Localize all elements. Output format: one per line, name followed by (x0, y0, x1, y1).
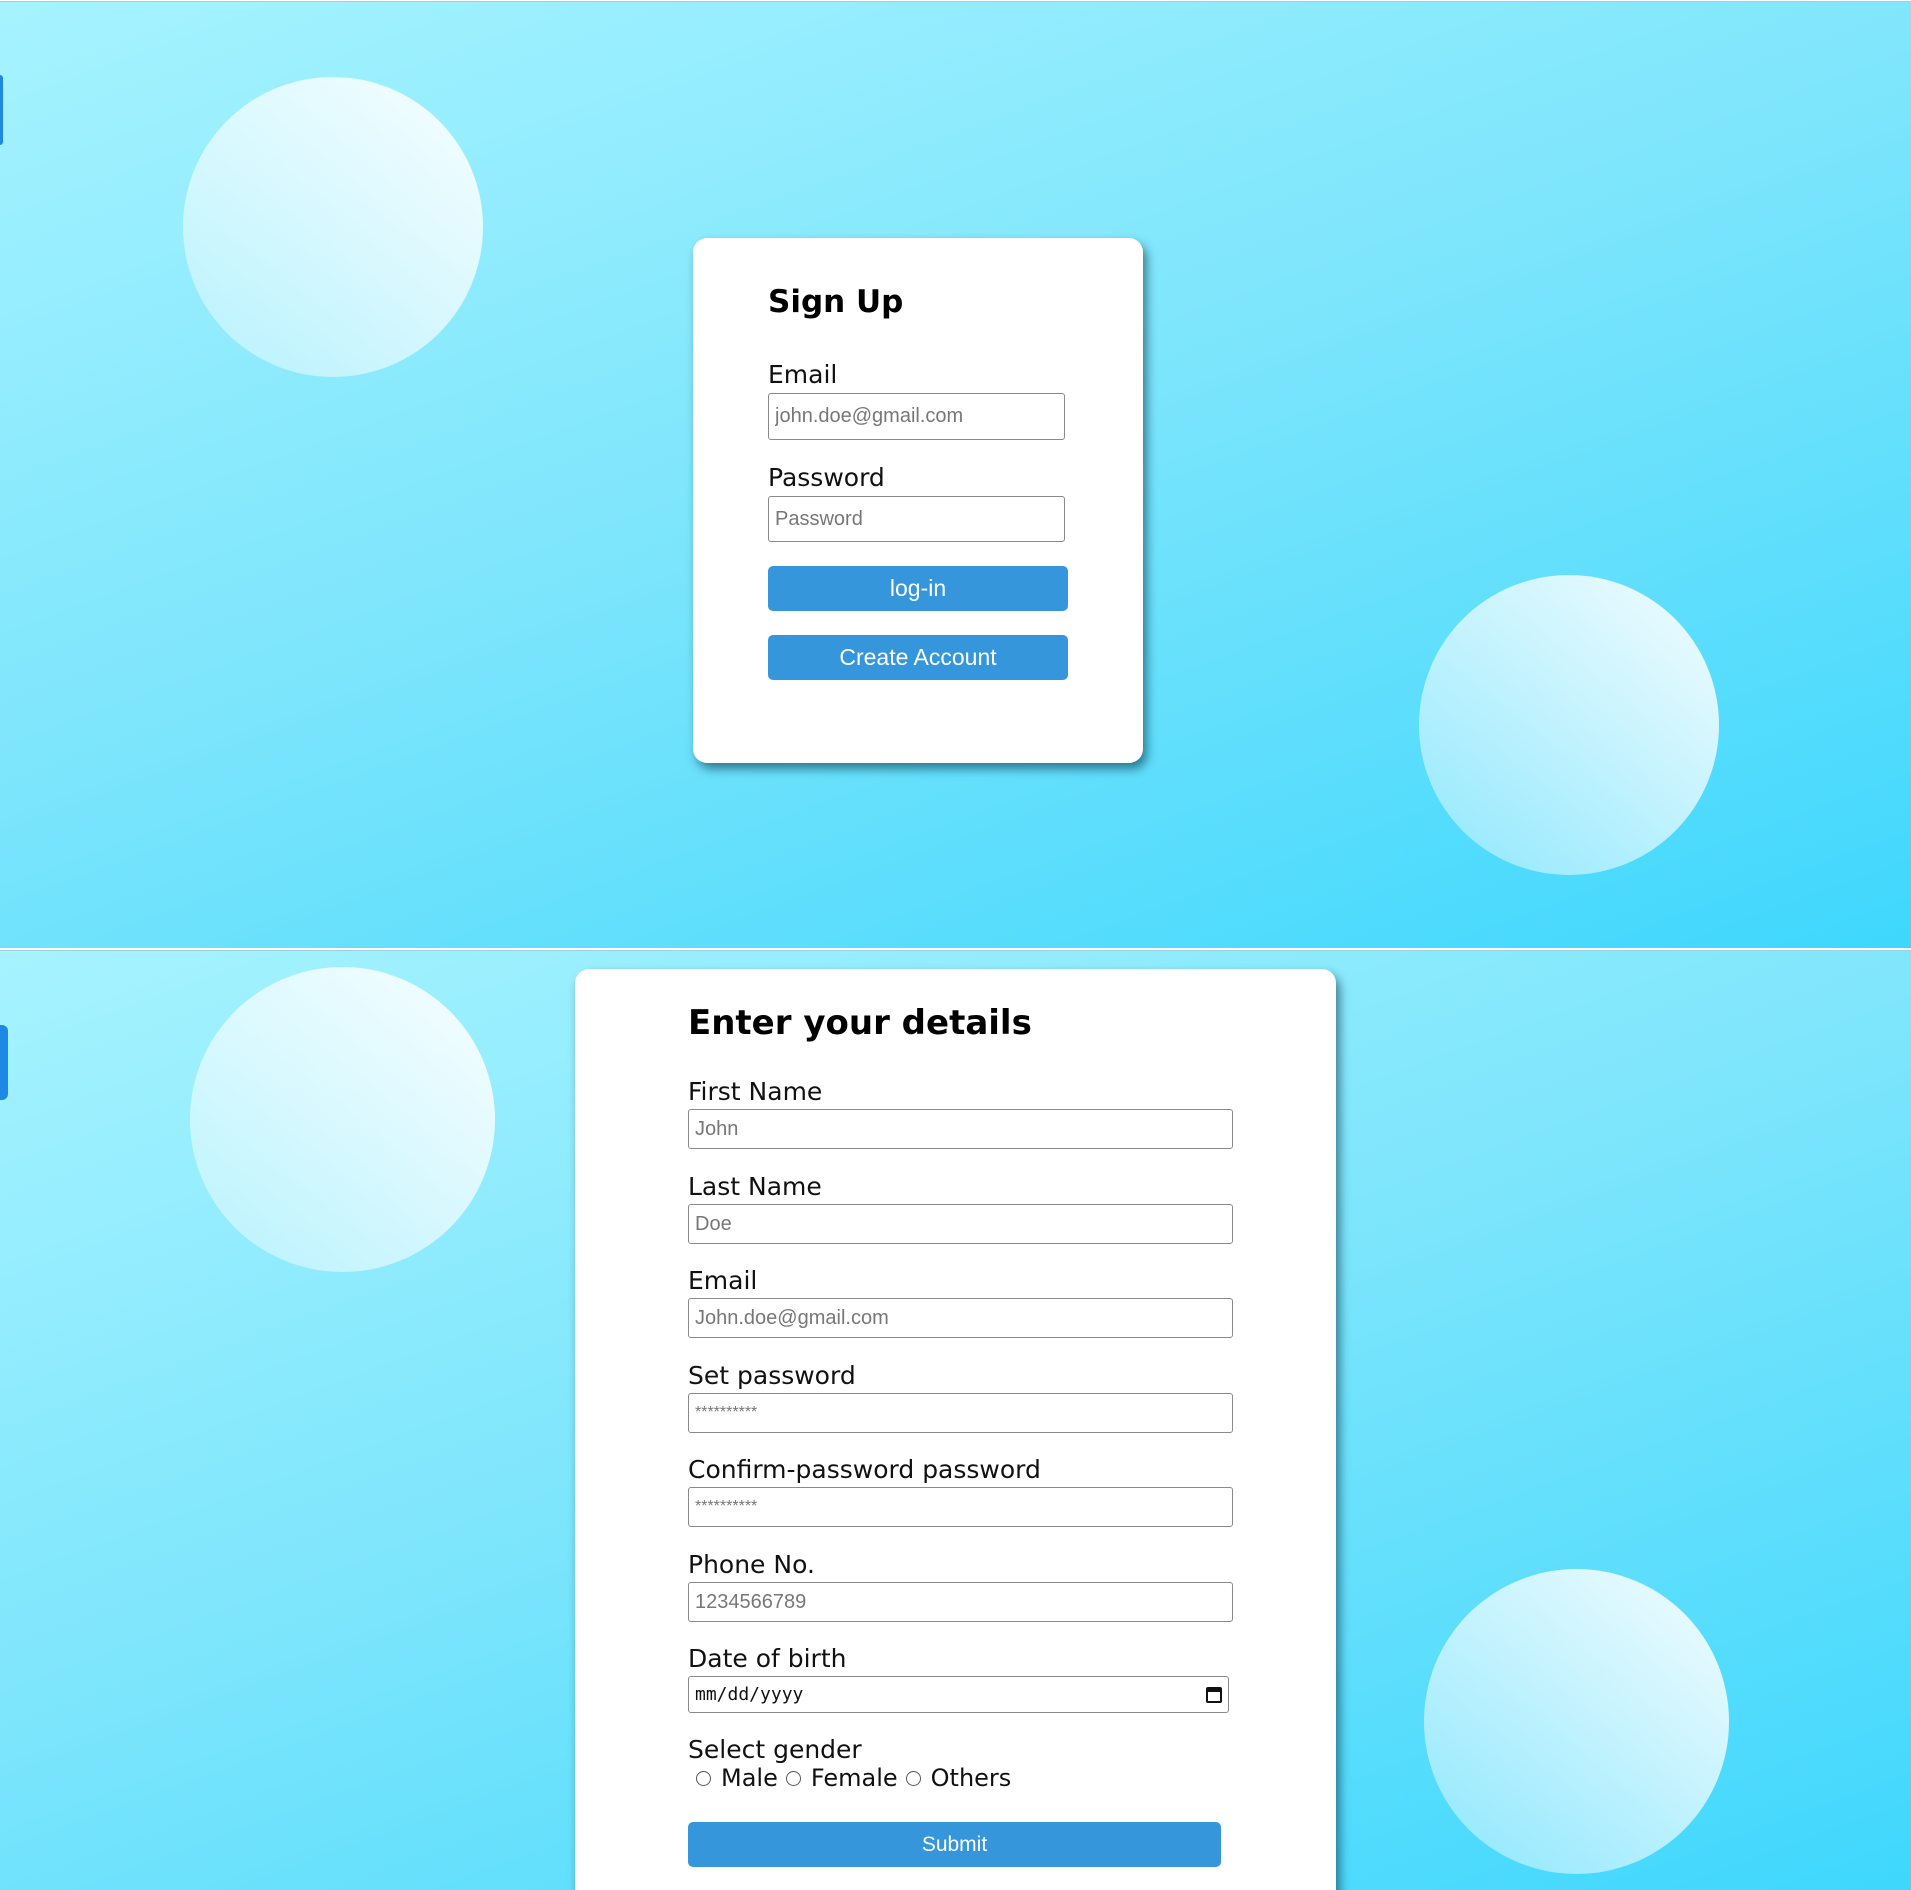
details-card: Enter your details First Name Last Name … (575, 969, 1336, 1890)
signup-screen: Sign Up Email Password log-in Create Acc… (0, 1, 1911, 948)
phone-label: Phone No. (688, 1550, 815, 1579)
email-label: Email (688, 1266, 758, 1295)
details-screen: Enter your details First Name Last Name … (0, 950, 1911, 1890)
radio-label-others: Others (930, 1764, 1012, 1792)
first-name-input[interactable] (688, 1109, 1233, 1149)
gender-label: Select gender (688, 1735, 862, 1764)
submit-button[interactable]: Submit (688, 1822, 1221, 1867)
radio-female[interactable] (785, 1770, 801, 1786)
form-title: Enter your details (688, 1003, 1032, 1043)
radio-others[interactable] (905, 1770, 921, 1786)
confirm-password-input[interactable] (688, 1487, 1233, 1527)
gender-options: Male Female Others (688, 1764, 1011, 1792)
email-input[interactable] (688, 1298, 1233, 1338)
login-button[interactable]: log-in (768, 566, 1068, 611)
create-account-button[interactable]: Create Account (768, 635, 1068, 680)
first-name-label: First Name (688, 1077, 823, 1106)
signup-card: Sign Up Email Password log-in Create Acc… (693, 238, 1143, 763)
calendar-icon[interactable] (1206, 1686, 1222, 1703)
phone-input[interactable] (688, 1582, 1233, 1622)
last-name-input[interactable] (688, 1204, 1233, 1244)
decorative-circle (183, 77, 483, 377)
email-input[interactable] (768, 393, 1065, 440)
dob-placeholder: mm/dd/yyyy (695, 1684, 804, 1705)
decorative-circle (190, 967, 495, 1272)
dob-input[interactable]: mm/dd/yyyy (688, 1676, 1229, 1713)
dob-label: Date of birth (688, 1644, 847, 1673)
side-tab[interactable] (0, 1025, 8, 1100)
email-label: Email (768, 360, 838, 389)
set-password-input[interactable] (688, 1393, 1233, 1433)
decorative-circle (1424, 1569, 1729, 1874)
decorative-circle (1419, 575, 1719, 875)
password-input[interactable] (768, 496, 1065, 542)
set-password-label: Set password (688, 1361, 856, 1390)
confirm-password-label: Confirm-password password (688, 1455, 1041, 1484)
card-title: Sign Up (768, 284, 904, 320)
password-label: Password (768, 463, 885, 492)
radio-label-male: Male (721, 1764, 778, 1792)
side-tab[interactable] (0, 75, 3, 145)
radio-label-female: Female (810, 1764, 898, 1792)
radio-male[interactable] (696, 1770, 711, 1786)
last-name-label: Last Name (688, 1172, 822, 1201)
